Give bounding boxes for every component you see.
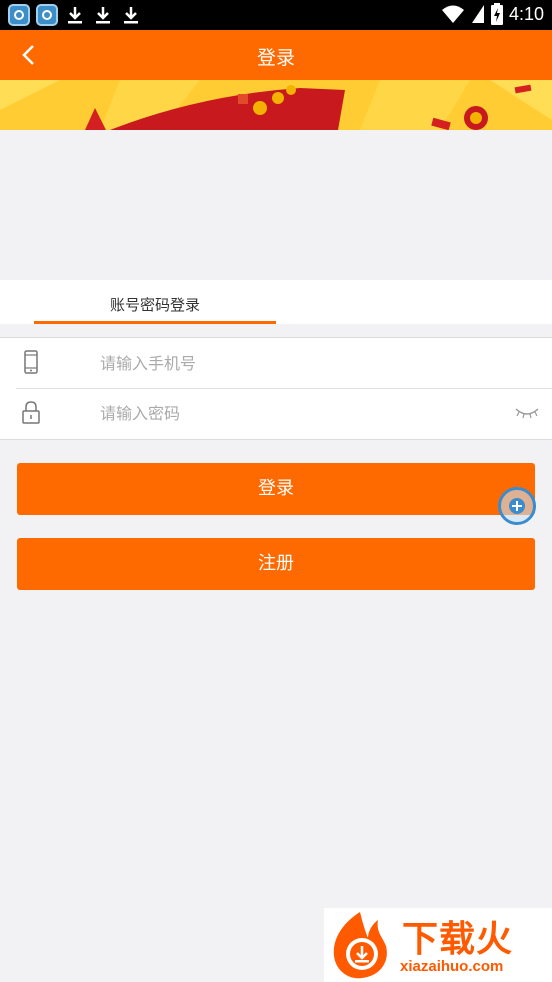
signal-icon — [471, 5, 484, 23]
battery-icon — [490, 3, 503, 25]
login-tabs: 账号密码登录 — [0, 280, 552, 324]
plus-icon — [509, 498, 525, 514]
floating-assist-button[interactable] — [498, 487, 536, 525]
status-bar: 4:10 — [0, 0, 552, 30]
watermark-title: 下载火 — [402, 919, 514, 960]
phone-field-row — [0, 338, 552, 388]
login-button[interactable]: 登录 — [17, 463, 535, 515]
flame-logo-icon — [333, 912, 387, 979]
clock: 4:10 — [508, 3, 544, 24]
app-icon — [8, 4, 30, 26]
status-bar-notifications — [8, 4, 142, 26]
download-icon — [96, 7, 110, 24]
status-bar-system: 4:10 — [441, 3, 544, 25]
password-input[interactable] — [100, 401, 490, 425]
download-icon — [68, 7, 82, 24]
download-icon — [124, 7, 138, 24]
lock-icon — [22, 401, 40, 424]
password-field-row — [0, 388, 552, 438]
page-title: 登录 — [256, 47, 295, 69]
register-button[interactable]: 注册 — [17, 538, 535, 590]
watermark: 下载火 xiazaihuo.com — [324, 908, 552, 982]
eye-closed-icon[interactable] — [514, 405, 540, 421]
wifi-icon — [441, 5, 464, 23]
phone-icon — [24, 350, 38, 374]
active-tab-indicator — [34, 321, 276, 324]
promo-banner[interactable] — [0, 80, 552, 130]
title-bar: 登录 — [0, 30, 552, 80]
watermark-url: xiazaihuo.com — [400, 958, 504, 975]
login-form — [0, 337, 552, 440]
phone-input[interactable] — [100, 351, 490, 375]
banner-image — [0, 80, 552, 130]
app-icon — [36, 4, 58, 26]
tab-password-login[interactable]: 账号密码登录 — [34, 294, 276, 315]
